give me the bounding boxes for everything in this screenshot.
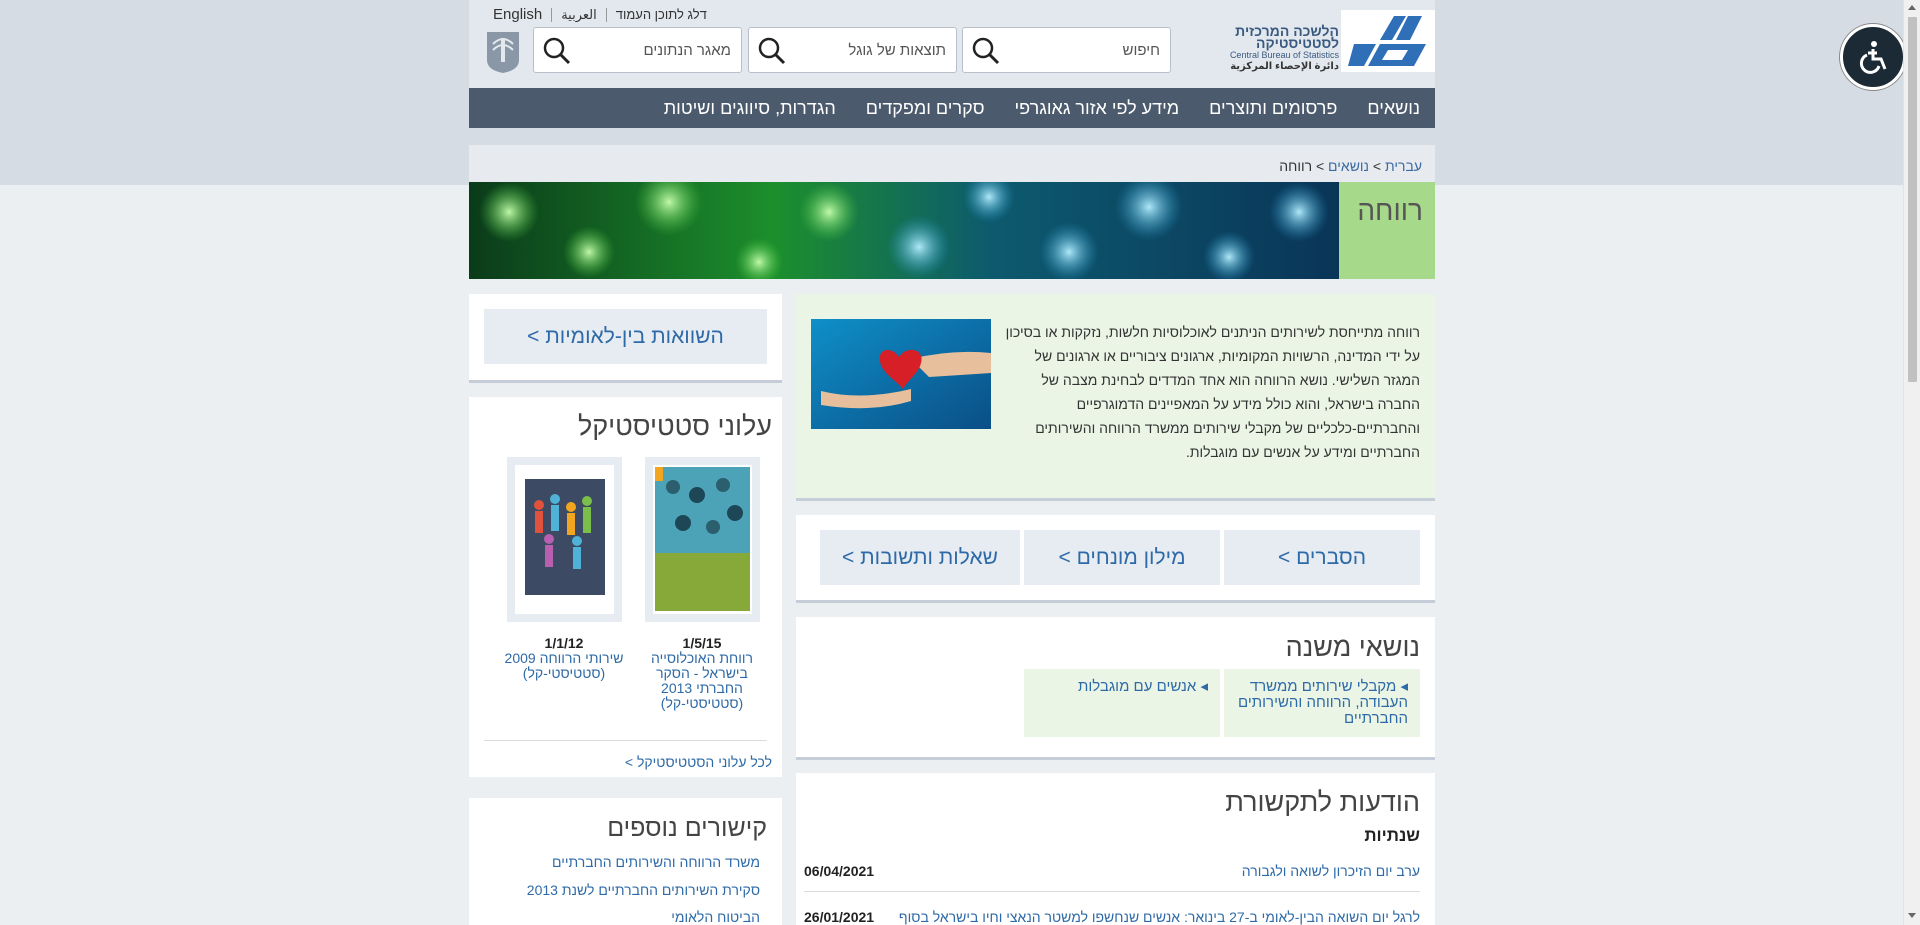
publication-cover-image [515, 465, 614, 614]
wheelchair-icon [1859, 41, 1887, 74]
vertical-scrollbar[interactable] [1903, 0, 1920, 925]
press-release-title[interactable]: ערב יום הזיכרון לשואה ולגבורה [1242, 863, 1420, 879]
breadcrumb: עברית > נושאים > רווחה [1279, 158, 1422, 174]
site-header: הלשכה המרכזית לסטטיסטיקה Central Bureau … [469, 0, 1435, 88]
additional-links-title: קישורים נוספים [607, 814, 767, 842]
topic-banner: רווחה [469, 182, 1435, 279]
international-comparisons-button[interactable]: השוואות בין-לאומיות > [484, 309, 767, 364]
breadcrumb-current: רווחה [1279, 158, 1313, 174]
publication-date: 1/5/15 [682, 635, 722, 651]
database-search-icon[interactable] [542, 36, 572, 71]
google-search-icon[interactable] [757, 36, 787, 71]
language-links: English العربية דלג לתוכן העמוד [484, 6, 716, 23]
publication-title[interactable]: שירותי הרווחה 2009 (סטטיסטי-קל) [504, 651, 624, 681]
press-release-row[interactable]: ערב יום הזיכרון לשואה ולגבורה 06/04/2021 [804, 863, 1420, 887]
press-release-date: 06/04/2021 [804, 863, 875, 879]
subtopic-arrow-icon: ◂ [1196, 678, 1208, 695]
subtopics-title: נושאי משנה [1285, 632, 1420, 662]
cbs-logo-text: הלשכה המרכזית לסטטיסטיקה Central Bureau … [1189, 23, 1339, 73]
nav-publications[interactable]: פרסומים ותוצרים [1209, 98, 1337, 119]
glossary-button[interactable]: מילון מונחים > [1024, 530, 1220, 585]
nav-topics[interactable]: נושאים [1367, 98, 1420, 119]
press-releases-subtitle: שנתיות [1364, 826, 1420, 845]
nav-surveys[interactable]: סקרים ומפקדים [866, 98, 985, 119]
publication-date: 1/1/12 [544, 635, 584, 651]
scroll-down-icon[interactable] [1908, 913, 1916, 918]
site-search[interactable] [962, 27, 1171, 73]
subtopics-panel: נושאי משנה ◂ מקבלי שירותים ממשרד העבודה,… [796, 617, 1435, 760]
scrollbar-thumb[interactable] [1908, 17, 1917, 382]
additional-link[interactable]: הביטוח הלאומי [671, 909, 760, 925]
breadcrumb-home[interactable]: עברית [1385, 158, 1422, 174]
search-icon[interactable] [971, 36, 1001, 71]
info-buttons-panel: הסברים > מילון מונחים > שאלות ותשובות > [796, 515, 1435, 603]
subtopic-label: מקבלי שירותים ממשרד העבודה, הרווחה והשיר… [1238, 678, 1408, 727]
breadcrumb-separator: > [1369, 158, 1385, 174]
section-divider [484, 740, 767, 741]
publication-card[interactable] [507, 457, 622, 622]
database-search[interactable] [533, 27, 742, 73]
publication-cover-image [653, 465, 752, 614]
google-search[interactable] [748, 27, 957, 73]
statistical-panel: עלוני סטטיסטיקל 1/5/15 רווחת האוכלוסייה … [469, 397, 782, 777]
scroll-up-icon[interactable] [1908, 5, 1916, 10]
press-releases-panel: הודעות לתקשורת שנתיות ערב יום הזיכרון לש… [796, 773, 1435, 925]
banner-bokeh-image [469, 182, 1339, 279]
breadcrumb-separator: > [1312, 158, 1329, 174]
subtopic-arrow-icon: ◂ [1396, 678, 1408, 695]
subtopic-label: אנשים עם מוגבלות [1077, 678, 1197, 695]
cbs-logo-icon [1348, 16, 1426, 66]
main-nav: נושאים פרסומים ותוצרים מידע לפי אזור גאו… [469, 88, 1435, 128]
subtopic-tile[interactable]: ◂ מקבלי שירותים ממשרד העבודה, הרווחה והש… [1224, 669, 1420, 737]
logo-hebrew: הלשכה המרכזית לסטטיסטיקה [1235, 23, 1339, 51]
press-releases-title: הודעות לתקשורת [1225, 787, 1420, 817]
row-divider [804, 891, 1420, 892]
topic-intro: רווחה מתייחסת לשירותים הניתנים לאוכלוסיו… [796, 294, 1435, 501]
international-panel: השוואות בין-לאומיות > [469, 294, 782, 383]
faq-button[interactable]: שאלות ותשובות > [820, 530, 1020, 585]
breadcrumb-topics[interactable]: נושאים [1328, 158, 1369, 174]
subtopic-tile[interactable]: ◂ אנשים עם מוגבלות [1024, 669, 1220, 737]
additional-links-panel: קישורים נוספים משרד הרווחה והשירותים החב… [469, 798, 782, 925]
all-statistical-link[interactable]: לכל עלוני הסטטיסטיקל > [625, 754, 772, 770]
additional-link[interactable]: משרד הרווחה והשירותים החברתיים [552, 854, 760, 870]
page-container: הלשכה המרכזית לסטטיסטיקה Central Bureau … [469, 0, 1435, 925]
breadcrumb-bar: עברית > נושאים > רווחה [469, 145, 1435, 182]
press-release-date: 26/01/2021 [804, 909, 875, 925]
page-title: רווחה [1357, 195, 1423, 226]
logo-arabic: دائرة الإحصاء المركزية [1230, 61, 1339, 72]
lang-arabic-link[interactable]: العربية [552, 7, 606, 23]
logo-english: Central Bureau of Statistics [1229, 50, 1339, 60]
additional-link[interactable]: סקירת השירותים החברתיים לשנת 2013 [527, 882, 760, 898]
statistical-title: עלוני סטטיסטיקל [577, 411, 772, 441]
topic-title-box: רווחה [1339, 182, 1435, 279]
intro-text: רווחה מתייחסת לשירותים הניתנים לאוכלוסיו… [1005, 324, 1420, 460]
publication-title[interactable]: רווחת האוכלוסייה בישראל - הסקר החברתי 20… [642, 651, 762, 711]
nav-definitions[interactable]: הגדרות, סיווגים ושיטות [664, 98, 836, 119]
press-release-title[interactable]: לרגל יום השואה הבין-לאומי ב-27 בינואר: א… [899, 909, 1420, 925]
state-emblem-icon [483, 30, 523, 74]
hands-heart-image [811, 319, 991, 429]
cbs-logo[interactable] [1341, 10, 1435, 72]
lang-english-link[interactable]: English [484, 6, 551, 23]
explanations-button[interactable]: הסברים > [1224, 530, 1420, 585]
nav-geographic[interactable]: מידע לפי אזור גאוגרפי [1015, 98, 1180, 119]
publication-card[interactable] [645, 457, 760, 622]
press-release-row[interactable]: לרגל יום השואה הבין-לאומי ב-27 בינואר: א… [804, 909, 1420, 925]
skip-to-content-link[interactable]: דלג לתוכן העמוד [607, 7, 716, 22]
accessibility-button[interactable] [1840, 24, 1906, 90]
